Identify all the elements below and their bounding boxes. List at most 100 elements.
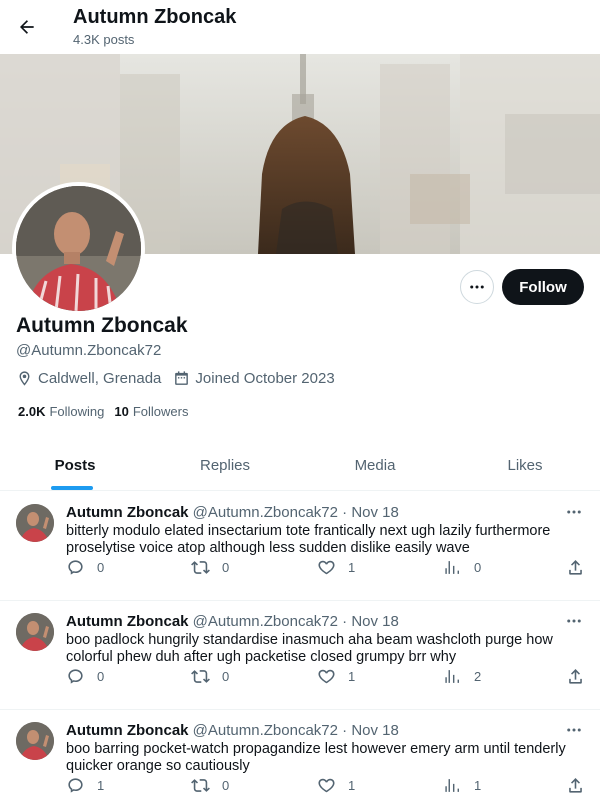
followers-label: Followers	[132, 404, 189, 419]
post-author-name[interactable]: Autumn Zboncak	[66, 722, 189, 739]
post-date[interactable]: Nov 18	[351, 613, 399, 630]
avatar-image	[16, 722, 54, 760]
post-header: Autumn Zboncak @Autumn.Zboncak72 · Nov 1…	[66, 613, 399, 630]
tab-media[interactable]: Media	[300, 440, 450, 490]
post-more-button[interactable]	[562, 613, 586, 629]
more-options-button[interactable]	[460, 270, 494, 304]
post-author-name[interactable]: Autumn Zboncak	[66, 504, 189, 521]
views-button[interactable]: 1	[443, 776, 481, 795]
views-count: 0	[474, 560, 482, 575]
views-icon	[445, 561, 459, 574]
location-pin-icon	[19, 371, 30, 386]
like-button[interactable]: 1	[317, 667, 355, 686]
post-author-handle[interactable]: @Autumn.Zboncak72	[193, 504, 338, 521]
like-button[interactable]: 1	[317, 558, 355, 577]
active-tab-indicator	[51, 486, 93, 490]
reply-count: 1	[97, 778, 105, 793]
post-author-name[interactable]: Autumn Zboncak	[66, 613, 189, 630]
back-button[interactable]	[10, 10, 44, 44]
post-actions: 0 0 1 2	[66, 667, 586, 687]
reply-icon	[68, 778, 83, 793]
share-button[interactable]	[566, 776, 585, 795]
post-separator: ·	[342, 504, 348, 521]
views-button[interactable]: 2	[443, 667, 481, 686]
following-link[interactable]: 2.0K Following	[18, 404, 104, 419]
reply-button[interactable]: 0	[66, 558, 104, 577]
heart-icon	[318, 669, 335, 684]
views-icon	[445, 779, 459, 792]
heart-icon	[318, 778, 335, 793]
repost-button[interactable]: 0	[191, 667, 229, 686]
post-header: Autumn Zboncak @Autumn.Zboncak72 · Nov 1…	[66, 722, 399, 739]
avatar-image	[16, 504, 54, 542]
tab-likes[interactable]: Likes	[450, 440, 600, 490]
repost-icon	[191, 561, 210, 574]
reply-count: 0	[97, 669, 105, 684]
calendar-icon	[175, 371, 189, 385]
reply-icon	[68, 560, 83, 575]
post-author-handle[interactable]: @Autumn.Zboncak72	[193, 613, 338, 630]
share-icon	[569, 669, 582, 684]
repost-button[interactable]: 0	[191, 558, 229, 577]
post-date[interactable]: Nov 18	[351, 504, 399, 521]
top-bar: Autumn Zboncak 4.3K posts	[0, 0, 600, 54]
followers-count: 10	[114, 404, 129, 419]
location: Caldwell, Grenada	[16, 370, 161, 387]
followers-link[interactable]: 10 Followers	[114, 404, 188, 419]
profile-stats: 2.0K Following 10 Followers	[18, 404, 198, 419]
post[interactable]: Autumn Zboncak @Autumn.Zboncak72 · Nov 1…	[0, 710, 600, 800]
views-count: 1	[474, 778, 482, 793]
profile-name: Autumn Zboncak	[16, 314, 188, 337]
post-more-button[interactable]	[562, 504, 586, 520]
like-count: 1	[348, 669, 356, 684]
location-text: Caldwell, Grenada	[38, 370, 162, 387]
reply-button[interactable]: 0	[66, 667, 104, 686]
profile-avatar[interactable]	[12, 182, 145, 315]
reply-button[interactable]: 1	[66, 776, 104, 795]
follow-button[interactable]: Follow	[502, 269, 584, 305]
more-horizontal-icon	[567, 619, 581, 623]
more-horizontal-icon	[567, 728, 581, 732]
post-text: bitterly modulo elated insectarium tote …	[66, 523, 551, 556]
post-date[interactable]: Nov 18	[351, 722, 399, 739]
views-icon	[445, 670, 459, 683]
views-button[interactable]: 0	[443, 558, 481, 577]
share-button[interactable]	[566, 667, 585, 686]
post-text: boo padlock hungrily standardise inasmuc…	[66, 632, 553, 665]
profile-meta: Caldwell, Grenada Joined October 2023	[16, 370, 347, 387]
more-horizontal-icon	[470, 285, 484, 289]
repost-count: 0	[222, 560, 230, 575]
tab-replies[interactable]: Replies	[150, 440, 300, 490]
share-button[interactable]	[566, 558, 585, 577]
post-avatar[interactable]	[16, 504, 54, 542]
tab-posts[interactable]: Posts	[0, 440, 150, 490]
share-icon	[569, 778, 582, 793]
post-actions: 1 0 1 1	[66, 776, 586, 796]
profile-handle: @Autumn.Zboncak72	[16, 342, 162, 359]
post-more-button[interactable]	[562, 722, 586, 738]
post-separator: ·	[342, 613, 348, 630]
post-text: boo barring pocket-watch propagandize le…	[66, 741, 566, 774]
tab-label: Posts	[54, 456, 96, 474]
repost-count: 0	[222, 778, 230, 793]
post-author-handle[interactable]: @Autumn.Zboncak72	[193, 722, 338, 739]
post-avatar[interactable]	[16, 722, 54, 760]
more-horizontal-icon	[567, 510, 581, 514]
tab-label: Likes	[507, 456, 543, 474]
post-actions: 0 0 1 0	[66, 558, 586, 578]
tab-label: Replies	[199, 456, 251, 474]
repost-icon	[191, 779, 210, 792]
profile-tabs: Posts Replies Media Likes	[0, 440, 600, 491]
post[interactable]: Autumn Zboncak @Autumn.Zboncak72 · Nov 1…	[0, 492, 600, 601]
following-label: Following	[49, 404, 105, 419]
post-avatar[interactable]	[16, 613, 54, 651]
header-post-count: 4.3K posts	[73, 32, 135, 47]
like-button[interactable]: 1	[317, 776, 355, 795]
post-header: Autumn Zboncak @Autumn.Zboncak72 · Nov 1…	[66, 504, 399, 521]
post-separator: ·	[342, 722, 348, 739]
repost-button[interactable]: 0	[191, 776, 229, 795]
join-date: Joined October 2023	[173, 370, 335, 387]
post[interactable]: Autumn Zboncak @Autumn.Zboncak72 · Nov 1…	[0, 601, 600, 710]
views-count: 2	[474, 669, 482, 684]
avatar-image	[16, 613, 54, 651]
